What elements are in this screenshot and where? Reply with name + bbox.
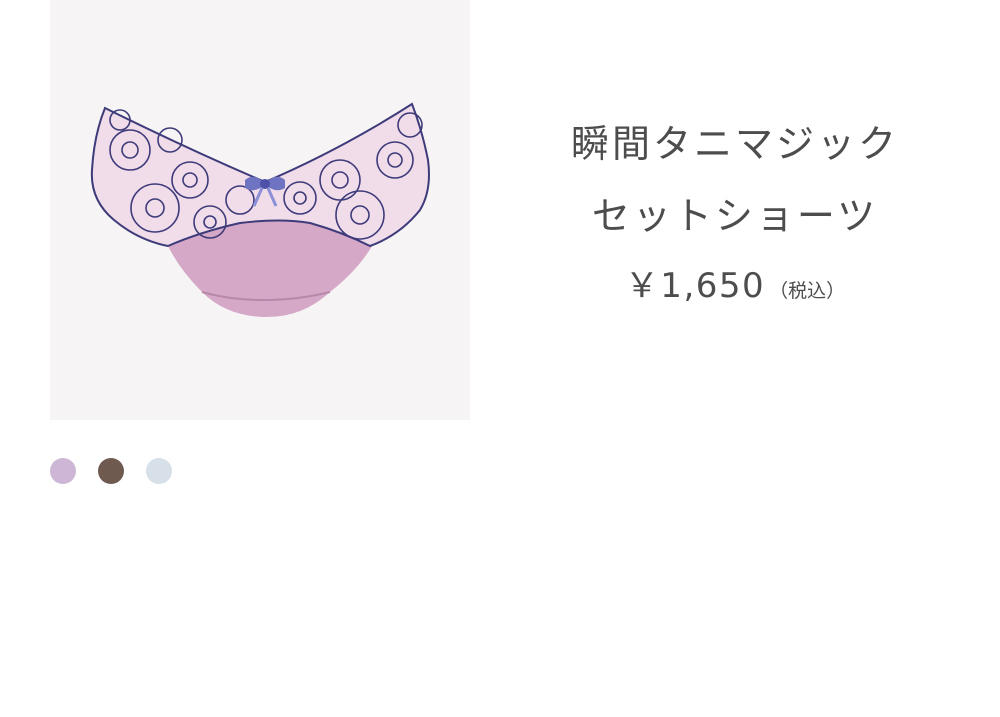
product-info: 瞬間タニマジック セットショーツ ￥1,650 （税込） (470, 108, 1000, 307)
panties-illustration (90, 102, 430, 318)
product-price: ￥1,650 (624, 266, 766, 306)
color-swatch-lavender[interactable] (50, 458, 76, 484)
tax-note: （税込） (769, 280, 846, 302)
color-swatch-light-blue[interactable] (146, 458, 172, 484)
product-title-line1: 瞬間タニマジック (570, 122, 899, 166)
product-image[interactable] (50, 0, 470, 420)
product-title-line2: セットショーツ (591, 194, 879, 238)
price-row: ￥1,650 （税込） (470, 258, 1000, 307)
color-swatches (50, 458, 172, 485)
color-swatch-brown[interactable] (98, 458, 124, 484)
